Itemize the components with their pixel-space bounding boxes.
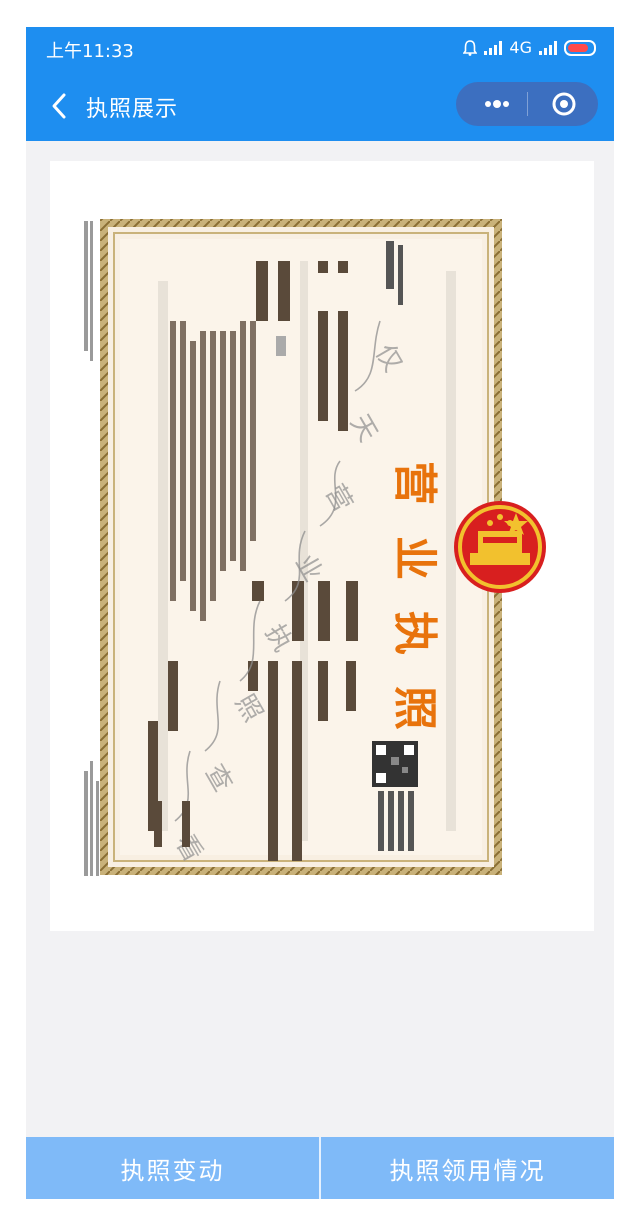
status-time: 上午11:33 — [46, 41, 134, 62]
business-license-image[interactable]: 营 业 执 照 仅 天 营 业 执 照 查 看 — [50, 161, 594, 931]
title-char-1: 营 — [389, 461, 440, 505]
network-type: 4G — [509, 38, 532, 57]
title-char-2: 业 — [389, 536, 440, 580]
title-char-4: 照 — [389, 686, 440, 730]
title-char-3: 执 — [389, 611, 440, 655]
signal-icon-2 — [539, 40, 557, 55]
phone-screen: 上午11:33 4G 执照展示 营 业 执 照 仅 天 营 业 执 照 查 看 … — [26, 27, 614, 1199]
back-arrow-icon[interactable] — [44, 89, 78, 123]
license-change-button[interactable]: 执照变动 — [26, 1137, 319, 1199]
status-icons: 4G — [463, 38, 596, 57]
more-icon[interactable] — [476, 82, 518, 126]
signal-icon — [484, 40, 503, 55]
button-divider — [319, 1137, 321, 1199]
alarm-icon — [463, 39, 478, 56]
bottom-action-bar: 执照变动 执照领用情况 — [26, 1137, 614, 1199]
national-emblem-icon — [454, 501, 546, 593]
status-bar: 上午11:33 4G — [26, 27, 614, 71]
license-side-notes — [84, 221, 99, 876]
mini-program-capsule — [456, 82, 598, 126]
license-receive-status-button[interactable]: 执照领用情况 — [321, 1137, 614, 1199]
license-card: 营 业 执 照 仅 天 营 业 执 照 查 看 — [50, 161, 594, 931]
page-title: 执照展示 — [86, 97, 179, 122]
close-mini-program-icon[interactable] — [542, 82, 586, 126]
nav-bar: 执照展示 — [26, 71, 614, 141]
capsule-divider — [527, 92, 528, 116]
battery-icon — [564, 39, 596, 56]
